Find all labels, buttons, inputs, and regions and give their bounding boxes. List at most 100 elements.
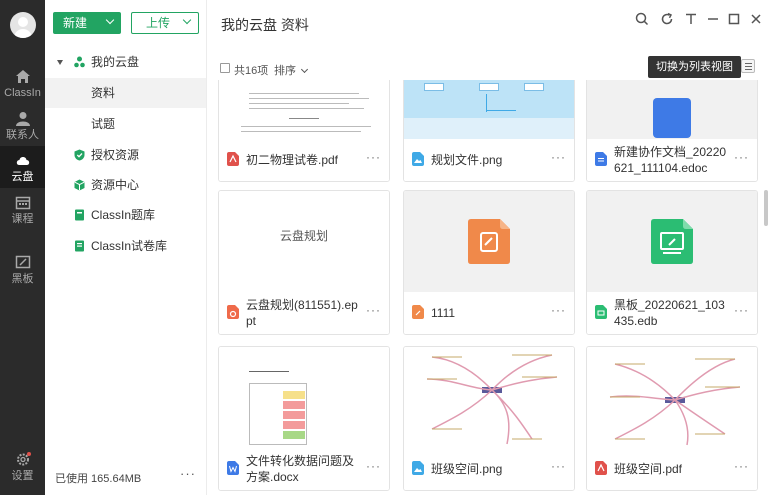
calendar-icon [15, 196, 30, 210]
more-options-button[interactable]: ··· [551, 459, 566, 473]
more-options-button[interactable]: ··· [734, 303, 749, 317]
more-options-button[interactable]: ··· [366, 459, 381, 473]
tree-item-label: ClassIn题库 [91, 208, 156, 222]
nav-item-blackboard[interactable]: 黑板 [0, 248, 45, 290]
app-nav-rail: ClassIn 联系人 云盘 课程 黑板 设置 [0, 0, 45, 495]
tree-item-questions[interactable]: 试题 [45, 109, 206, 139]
file-card-footer: 规划文件.png ··· [404, 139, 574, 181]
list-view-button[interactable] [741, 59, 755, 73]
new-button[interactable]: 新建 [53, 12, 121, 34]
file-card[interactable]: 班级空间.pdf ··· [586, 346, 758, 491]
file-thumbnail [587, 191, 757, 292]
file-card-footer: 班级空间.png ··· [404, 448, 574, 490]
avatar[interactable] [10, 12, 36, 38]
file-thumbnail [404, 347, 574, 448]
cloud-icon [16, 157, 29, 165]
storage-usage: 已使用 165.64MB [55, 473, 142, 485]
nav-label: 联系人 [6, 129, 39, 141]
file-card-footer: 初二物理试卷.pdf ··· [219, 139, 389, 181]
document-file-icon [595, 152, 607, 166]
file-card[interactable]: 1111 ··· [403, 190, 575, 335]
file-thumbnail [219, 347, 389, 448]
file-card[interactable]: 文件转化数据问题及方案.docx ··· [218, 346, 390, 491]
tree-item-resource-center[interactable]: 资源中心 [45, 170, 206, 200]
pdf-file-icon [595, 461, 607, 475]
file-name: 班级空间.png [431, 462, 503, 476]
file-card[interactable]: 规划文件.png ··· [403, 80, 575, 182]
file-card[interactable]: 云盘规划 云盘规划(811551).eppt ··· [218, 190, 390, 335]
grid-scrollbar[interactable] [764, 190, 768, 226]
settings-icon [16, 452, 31, 466]
tree-item-label: 资源中心 [91, 178, 140, 192]
nav-label: 设置 [11, 470, 34, 482]
close-icon[interactable] [748, 11, 764, 27]
blackboard-icon [15, 255, 30, 269]
view-toggle-tooltip: 切换为列表视图 [648, 56, 741, 78]
nav-item-settings[interactable]: 设置 [0, 445, 45, 487]
nav-label: ClassIn [4, 87, 41, 99]
file-card-footer: 黑板_20220621_103435.edb ··· [587, 292, 757, 334]
file-card-footer: 1111 ··· [404, 292, 574, 334]
file-card-footer: 云盘规划(811551).eppt ··· [219, 292, 389, 334]
image-file-icon [412, 461, 424, 475]
file-name: 初二物理试卷.pdf [246, 153, 339, 167]
select-all-checkbox[interactable] [220, 63, 230, 73]
sort-label: 排序 [274, 65, 296, 77]
file-card-footer: 文件转化数据问题及方案.docx ··· [219, 448, 389, 490]
file-count: 共16项 [234, 65, 269, 77]
maximize-icon[interactable] [726, 11, 742, 27]
chevron-down-icon [182, 15, 192, 25]
tree-item-classin-paper-bank[interactable]: ClassIn试卷库 [45, 231, 206, 261]
nav-label: 课程 [11, 213, 34, 225]
nav-item-contacts[interactable]: 联系人 [0, 104, 45, 146]
tree-item-classin-question-bank[interactable]: ClassIn题库 [45, 200, 206, 230]
storage-more-button[interactable]: ··· [180, 466, 196, 481]
minimize-icon[interactable] [705, 11, 721, 27]
sort-dropdown[interactable]: 排序 [274, 62, 309, 78]
file-grid: 初二物理试卷.pdf ··· 规划文件.png ··· 新建协作文档_20220… [207, 80, 763, 495]
search-icon[interactable] [634, 11, 650, 27]
refresh-icon[interactable] [659, 11, 675, 27]
tree-item-my-cloud[interactable]: 我的云盘 [45, 47, 206, 77]
home-icon [15, 70, 30, 83]
new-button-label: 新建 [63, 16, 88, 30]
pin-icon[interactable] [683, 11, 699, 27]
tree-item-label: ClassIn试卷库 [91, 239, 168, 253]
more-options-button[interactable]: ··· [734, 150, 749, 164]
nav-item-cloud[interactable]: 云盘 [0, 146, 45, 188]
contacts-icon [15, 112, 30, 126]
breadcrumb: 我的云盘 资料 [221, 17, 309, 33]
presentation-file-icon [227, 305, 239, 319]
main-content: 我的云盘 资料 共16项 排序 切换为列表视图 初二物理试卷.pdf ··· 规… [207, 0, 771, 495]
tree-item-label: 资料 [91, 86, 116, 100]
file-name: 规划文件.png [431, 153, 503, 167]
file-name: 文件转化数据问题及方案.docx [246, 454, 355, 484]
nav-item-courses[interactable]: 课程 [0, 188, 45, 230]
upload-button[interactable]: 上传 [131, 12, 199, 34]
file-card[interactable]: 黑板_20220621_103435.edb ··· [586, 190, 758, 335]
file-card-footer: 新建协作文档_20220621_111104.edoc ··· [587, 139, 757, 181]
tree-item-materials[interactable]: 资料 [45, 78, 206, 108]
file-card[interactable]: 新建协作文档_20220621_111104.edoc ··· [586, 80, 758, 182]
more-options-button[interactable]: ··· [366, 303, 381, 317]
more-options-button[interactable]: ··· [366, 150, 381, 164]
more-options-button[interactable]: ··· [734, 459, 749, 473]
file-card[interactable]: 班级空间.png ··· [403, 346, 575, 491]
file-name: 班级空间.pdf [614, 462, 683, 476]
cloud-sidebar: 新建 上传 我的云盘 资料 试题 授权资源 资源中心 ClassIn题库 Cla… [45, 0, 207, 495]
book-icon [75, 209, 84, 221]
tree-item-authorized-resources[interactable]: 授权资源 [45, 140, 206, 170]
word-file-icon [227, 461, 239, 475]
more-options-button[interactable]: ··· [551, 303, 566, 317]
nav-item-classin[interactable]: ClassIn [0, 62, 45, 104]
file-name: 新建协作文档_20220621_111104.edoc [614, 145, 727, 175]
tree-item-label: 授权资源 [91, 148, 140, 162]
file-name: 云盘规划(811551).eppt [246, 298, 358, 328]
blackboard-file-icon [595, 305, 607, 319]
thumbnail-title: 云盘规划 [279, 229, 328, 243]
image-file-icon [412, 152, 424, 166]
file-thumbnail: 云盘规划 [219, 191, 389, 292]
upload-button-label: 上传 [146, 16, 171, 30]
file-card[interactable]: 初二物理试卷.pdf ··· [218, 80, 390, 182]
more-options-button[interactable]: ··· [551, 150, 566, 164]
